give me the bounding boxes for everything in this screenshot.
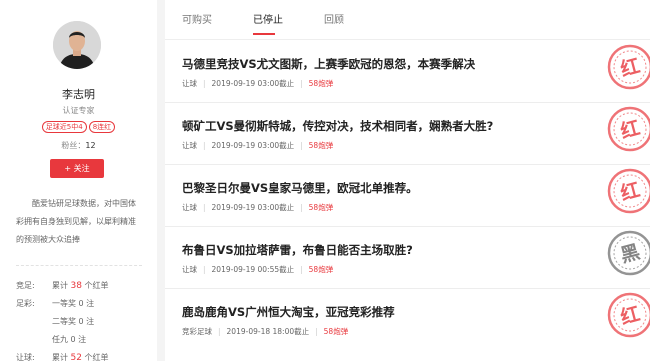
article-title[interactable]: 马德里竞技VS尤文图斯，上赛季欧冠的恩怨，本赛季解决 [182,56,475,72]
article-category: 让球 [182,141,197,150]
article-category: 竞彩足球 [182,327,212,336]
article-category: 让球 [182,203,197,212]
stat-row: 让球: 累计 52 个红单 [16,349,151,361]
expert-role: 认证专家 [62,106,95,115]
stat-label: 让球: [16,353,35,361]
avatar-photo [53,21,101,69]
article-meta: 让球 | 2019-09-19 03:00截止 | 58炮弹 [182,203,334,212]
article-item[interactable]: 马德里竞技VS尤文图斯，上赛季欧冠的恩怨，本赛季解决 让球 | 2019-09-19… [165,41,650,103]
svg-text:红: 红 [618,178,642,205]
svg-text:黑: 黑 [618,241,642,267]
active-tab-indicator [253,33,275,35]
stat-row: 任九 0 注 [16,331,151,349]
article-deadline: 2019-09-19 03:00截止 [211,203,295,212]
result-stamp-icon: 红 [607,44,650,90]
article-deadline: 2019-09-19 00:55截止 [211,265,295,274]
article-title[interactable]: 顿矿工VS曼彻斯特城，传控对决，技术相同者，娴熟者大胜? [182,118,493,134]
fans-count: 粉丝：12 [0,140,157,151]
svg-text:红: 红 [618,54,642,81]
stat-suffix: 个红单 [82,281,109,290]
article-meta: 让球 | 2019-09-19 03:00截止 | 58炮弹 [182,141,334,150]
stat-row: 二等奖 0 注 [16,313,151,331]
stats-list: 竞足: 累计 38 个红单 足彩: 一等奖 0 注 二等奖 0 注 任九 0 注… [16,277,151,361]
article-title[interactable]: 布鲁日VS加拉塔萨雷，布鲁日能否主场取胜? [182,242,413,258]
stat-row: 竞足: 累计 38 个红单 [16,277,151,295]
stat-value: 52 [70,353,82,361]
stat-suffix: 0 注 [70,335,87,344]
result-stamp-icon: 红 [607,106,650,152]
article-item[interactable]: 巴黎圣日尔曼VS皇家马德里，欧冠北单推荐。 让球 | 2019-09-19 03:0… [165,165,650,227]
stat-prefix: 一等奖 [52,299,79,308]
stat-label: 竞足: [16,281,35,290]
article-category: 让球 [182,79,197,88]
stat-label: 足彩: [16,299,35,308]
article-title[interactable]: 鹿岛鹿角VS广州恒大淘宝，亚冠竞彩推荐 [182,304,395,320]
avatar[interactable] [53,21,101,69]
article-price: 58炮弹 [308,203,334,212]
article-meta: 让球 | 2019-09-19 03:00截止 | 58炮弹 [182,79,334,88]
result-stamp-icon: 黑 [607,230,650,276]
article-meta: 竞彩足球 | 2019-09-18 18:00截止 | 58炮弹 [182,327,349,336]
tab-stopped[interactable]: 已停止 [253,11,283,26]
expert-bio: 酷爱钻研足球数据，对中国体彩拥有自身独到见解，以犀利精准的预测被大众追捧 [16,199,136,244]
stat-prefix: 任九 [52,335,71,344]
article-deadline: 2019-09-18 18:00截止 [226,327,310,336]
streak-badge: 足球近5中4 [41,121,87,133]
stat-prefix: 二等奖 [52,317,79,326]
article-category: 让球 [182,265,197,274]
result-stamp-icon: 红 [607,292,650,338]
svg-text:红: 红 [618,302,642,329]
article-item[interactable]: 鹿岛鹿角VS广州恒大淘宝，亚冠竞彩推荐 竞彩足球 | 2019-09-18 18:0… [165,289,650,351]
stat-suffix: 0 注 [78,299,95,308]
tab-bar: 可购买 已停止 回顾 [165,0,650,40]
article-item[interactable]: 顿矿工VS曼彻斯特城，传控对决，技术相同者，娴熟者大胜? 让球 | 2019-09-… [165,103,650,165]
fans-label: 粉丝： [61,141,86,150]
article-title[interactable]: 巴黎圣日尔曼VS皇家马德里，欧冠北单推荐。 [182,180,418,196]
tab-review[interactable]: 回顾 [324,11,344,26]
article-price: 58炮弹 [308,265,334,274]
article-list-panel: 可购买 已停止 回顾 马德里竞技VS尤文图斯，上赛季欧冠的恩怨，本赛季解决 让球… [165,0,650,361]
stat-suffix: 个红单 [82,353,109,361]
stat-row: 足彩: 一等奖 0 注 [16,295,151,313]
article-item[interactable]: 布鲁日VS加拉塔萨雷，布鲁日能否主场取胜? 让球 | 2019-09-19 00:5… [165,227,650,289]
tab-available[interactable]: 可购买 [182,11,212,26]
page: 李志明 认证专家 足球近5中4 8连红 粉丝：12 + 关注 酷爱钻研足球数据，… [0,0,650,361]
stat-prefix: 累计 [52,353,71,361]
article-price: 58炮弹 [308,141,334,150]
win-streak-badge: 8连红 [88,121,116,133]
svg-text:红: 红 [618,116,642,143]
article-deadline: 2019-09-19 03:00截止 [211,79,295,88]
expert-name: 李志明 [62,88,95,101]
article-meta: 让球 | 2019-09-19 00:55截止 | 58炮弹 [182,265,334,274]
stat-prefix: 累计 [52,281,71,290]
stat-suffix: 0 注 [78,317,95,326]
divider [16,265,142,266]
fans-value: 12 [85,141,96,150]
follow-button[interactable]: + 关注 [50,159,104,178]
stat-value: 38 [70,281,82,291]
result-stamp-icon: 红 [607,168,650,214]
badge-row: 足球近5中4 8连红 [0,121,157,133]
article-price: 58炮弹 [323,327,349,336]
article-deadline: 2019-09-19 03:00截止 [211,141,295,150]
article-price: 58炮弹 [308,79,334,88]
expert-profile-panel: 李志明 认证专家 足球近5中4 8连红 粉丝：12 + 关注 酷爱钻研足球数据，… [0,0,157,361]
